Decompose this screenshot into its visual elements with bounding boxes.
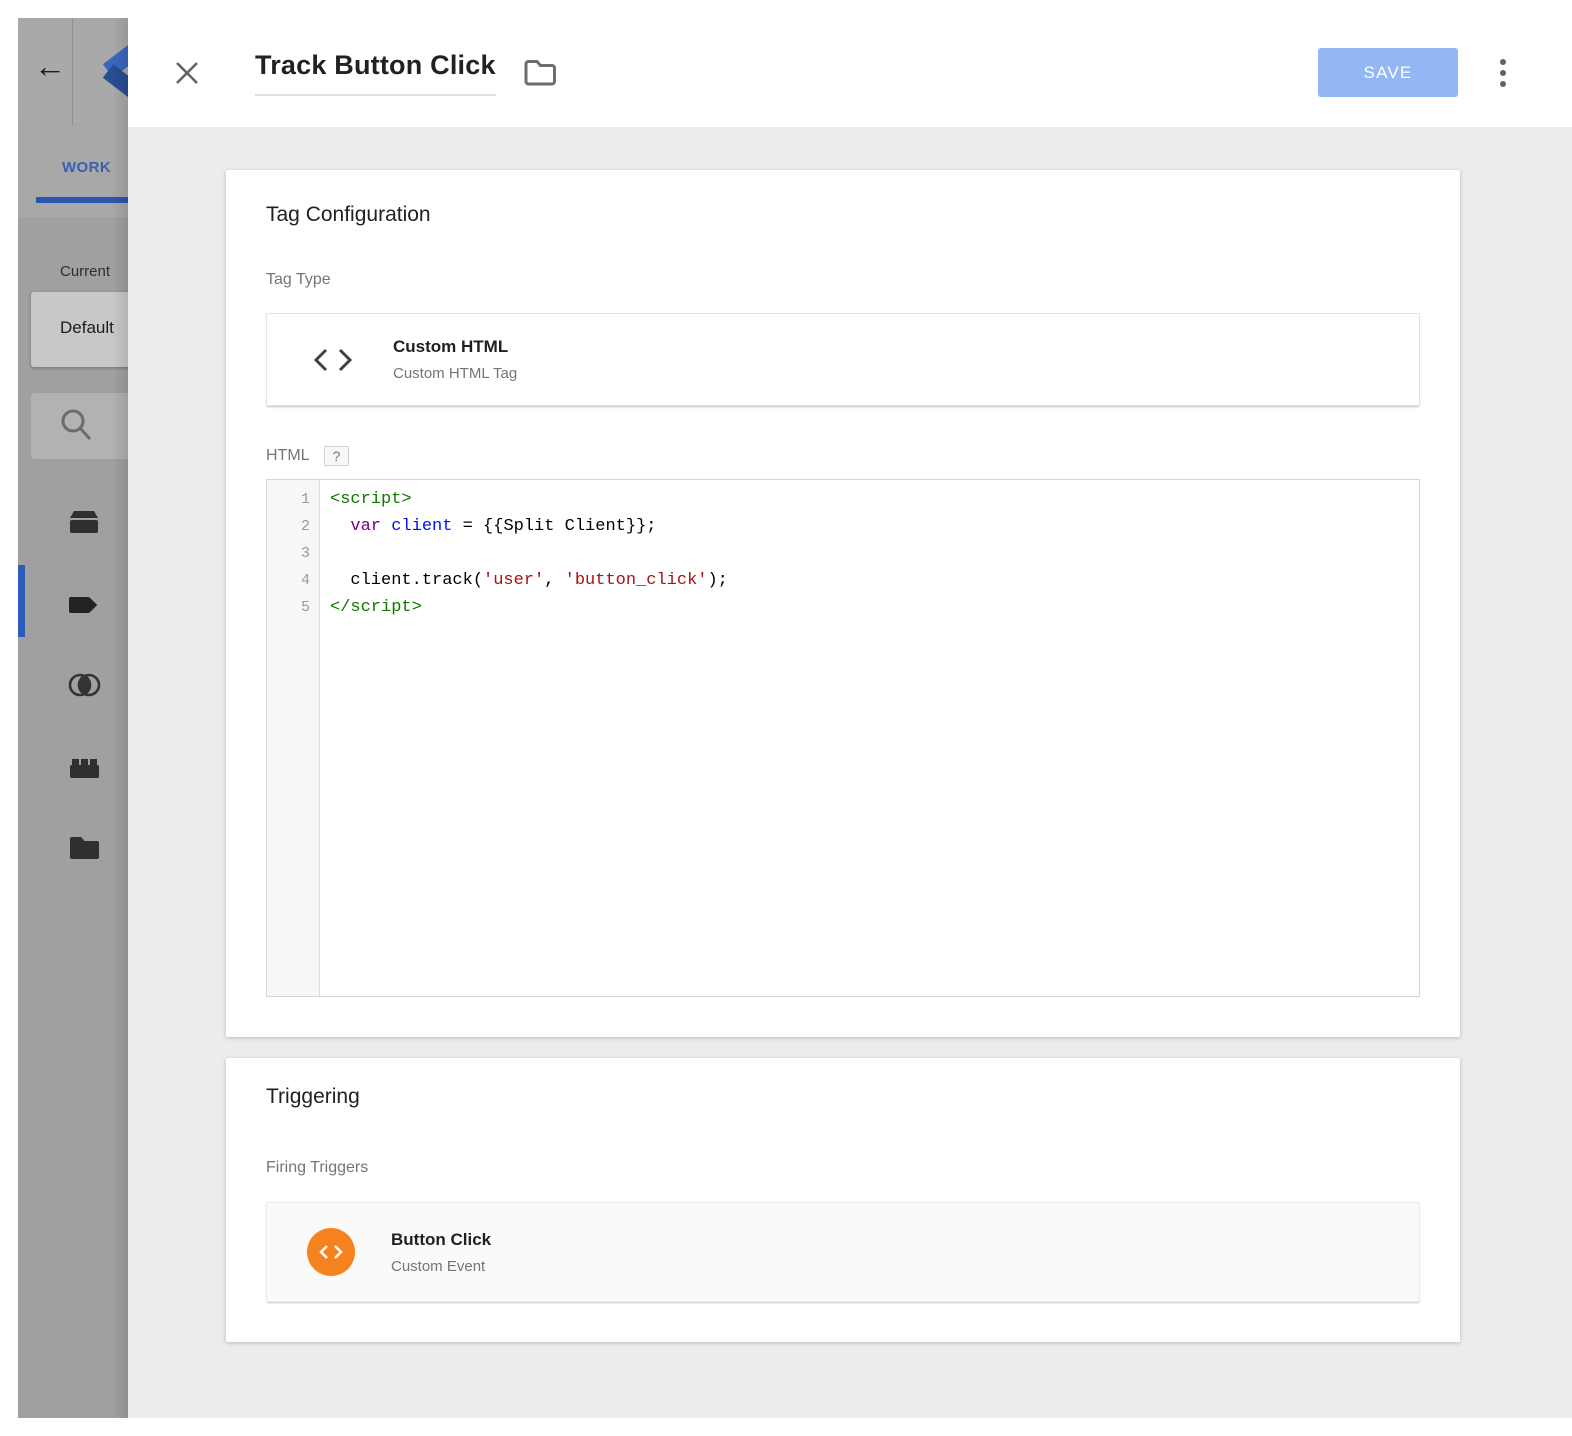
code-lines[interactable]: <script> var client = {{Split Client}}; … xyxy=(320,480,1419,996)
tag-type-label: Tag Type xyxy=(266,271,1420,289)
save-button[interactable]: SAVE xyxy=(1318,48,1458,97)
firing-triggers-label: Firing Triggers xyxy=(266,1159,1420,1177)
folder-icon xyxy=(66,831,102,865)
active-item-indicator xyxy=(18,565,25,637)
topbar-divider xyxy=(72,18,73,125)
app-topbar: ← xyxy=(18,18,128,125)
tab-workspace[interactable]: WORK xyxy=(18,125,128,217)
tag-icon xyxy=(66,588,102,622)
gtm-logo-icon[interactable] xyxy=(88,40,128,102)
tag-type-selector[interactable]: Custom HTML Custom HTML Tag xyxy=(266,313,1420,406)
firing-trigger-item[interactable]: Button Click Custom Event xyxy=(266,1202,1420,1302)
sidebar-item-variables[interactable] xyxy=(66,751,102,785)
sidebar-item-triggers[interactable] xyxy=(66,668,102,702)
workspace-tab-label: WORK xyxy=(62,159,111,176)
variable-icon xyxy=(66,751,102,785)
trigger-icon xyxy=(66,668,102,702)
close-icon[interactable] xyxy=(173,59,201,87)
overview-icon xyxy=(66,505,102,539)
sidebar-item-overview[interactable] xyxy=(66,505,102,539)
sidebar-item-tags[interactable] xyxy=(66,588,102,622)
trigger-type: Custom Event xyxy=(391,1258,491,1275)
back-arrow-icon[interactable]: ← xyxy=(34,50,66,82)
html-field-label: HTML xyxy=(266,447,310,465)
tag-configuration-card: Tag Configuration Tag Type Custom HTML C… xyxy=(226,170,1460,1037)
triggering-title: Triggering xyxy=(266,1085,1420,1109)
search-icon xyxy=(57,406,97,446)
more-options-icon[interactable] xyxy=(1500,59,1506,87)
dialog-body: Tag Configuration Tag Type Custom HTML C… xyxy=(128,127,1572,1418)
sidebar-item-folders[interactable] xyxy=(66,831,102,865)
move-to-folder-icon[interactable] xyxy=(522,57,558,89)
html-code-editor[interactable]: 12345 <script> var client = {{Split Clie… xyxy=(266,479,1420,997)
tag-name-field[interactable]: Track Button Click xyxy=(255,50,496,96)
custom-html-icon xyxy=(310,345,356,375)
workspace-selector[interactable]: Default xyxy=(31,292,128,367)
tag-editor-dialog: Track Button Click SAVE Tag Configuratio… xyxy=(128,18,1572,1418)
triggering-card: Triggering Firing Triggers Button Click … xyxy=(226,1058,1460,1342)
sidebar-body: Current Default xyxy=(18,217,128,1418)
gtm-tag-editor-page: ← WORK Current Default xyxy=(0,0,1572,1436)
workspace-name: Default xyxy=(60,318,114,337)
custom-event-icon xyxy=(318,1244,344,1260)
current-workspace-label: Current xyxy=(60,263,110,280)
tag-configuration-title: Tag Configuration xyxy=(266,203,1420,227)
trigger-type-icon xyxy=(307,1228,355,1276)
dimmed-workspace-sidebar: ← WORK Current Default xyxy=(18,18,128,1418)
search-input[interactable] xyxy=(31,393,128,459)
trigger-name: Button Click xyxy=(391,1230,491,1250)
line-numbers: 12345 xyxy=(267,480,320,996)
help-icon[interactable]: ? xyxy=(324,446,350,466)
workspace-tab-underline xyxy=(36,197,128,203)
dialog-header: Track Button Click SAVE xyxy=(128,18,1572,127)
tag-type-description: Custom HTML Tag xyxy=(393,365,517,382)
tag-type-name: Custom HTML xyxy=(393,337,517,357)
